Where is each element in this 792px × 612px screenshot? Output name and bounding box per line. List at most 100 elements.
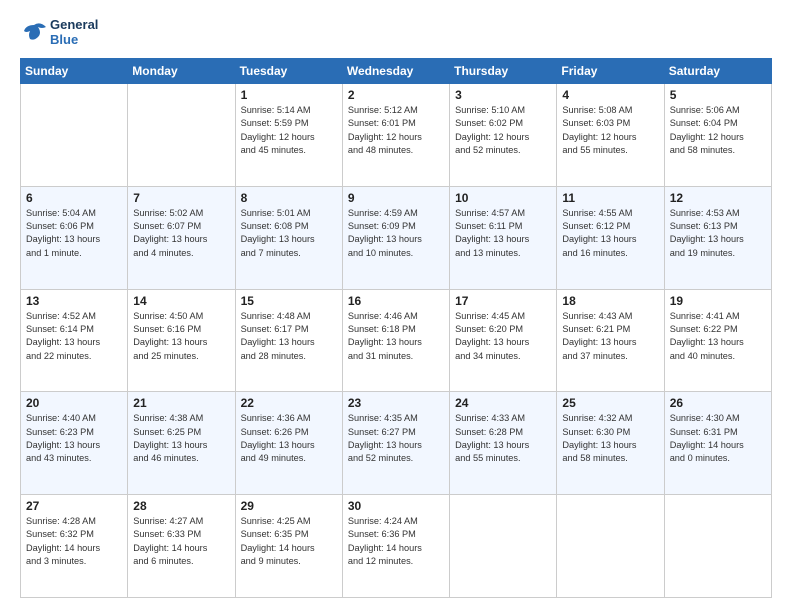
day-number: 21 [133, 396, 229, 410]
calendar-cell: 25 Sunrise: 4:32 AMSunset: 6:30 PMDayligh… [557, 392, 664, 495]
calendar-cell: 6Sunrise: 5:04 AMSunset: 6:06 PMDaylight… [21, 186, 128, 289]
calendar-cell: 8 Sunrise: 5:01 AMSunset: 6:08 PMDaylight… [235, 186, 342, 289]
day-number: 10 [455, 191, 551, 205]
calendar-cell: 21 Sunrise: 4:38 AMSunset: 6:25 PMDayligh… [128, 392, 235, 495]
day-info: Sunrise: 4:40 AMSunset: 6:23 PMDaylight:… [26, 412, 122, 465]
day-number: 15 [241, 294, 337, 308]
calendar-cell: 15 Sunrise: 4:48 AMSunset: 6:17 PMDayligh… [235, 289, 342, 392]
day-number: 19 [670, 294, 766, 308]
calendar-cell: 28 Sunrise: 4:27 AMSunset: 6:33 PMDayligh… [128, 495, 235, 598]
calendar-table: SundayMondayTuesdayWednesdayThursdayFrid… [20, 58, 772, 598]
weekday-header-thursday: Thursday [450, 58, 557, 83]
day-number: 29 [241, 499, 337, 513]
calendar-cell: 18 Sunrise: 4:43 AMSunset: 6:21 PMDayligh… [557, 289, 664, 392]
logo-bird-icon [20, 19, 48, 47]
day-number: 18 [562, 294, 658, 308]
day-number: 3 [455, 88, 551, 102]
day-number: 25 [562, 396, 658, 410]
day-info: Sunrise: 4:33 AMSunset: 6:28 PMDaylight:… [455, 412, 551, 465]
day-info: Sunrise: 4:27 AMSunset: 6:33 PMDaylight:… [133, 515, 229, 568]
day-info: Sunrise: 5:02 AMSunset: 6:07 PMDaylight:… [133, 207, 229, 260]
calendar-week-5: 27 Sunrise: 4:28 AMSunset: 6:32 PMDayligh… [21, 495, 772, 598]
day-info: Sunrise: 4:41 AMSunset: 6:22 PMDaylight:… [670, 310, 766, 363]
calendar-cell: 16Sunrise: 4:46 AMSunset: 6:18 PMDayligh… [342, 289, 449, 392]
calendar-cell: 4Sunrise: 5:08 AMSunset: 6:03 PMDaylight… [557, 83, 664, 186]
calendar-cell: 20 Sunrise: 4:40 AMSunset: 6:23 PMDayligh… [21, 392, 128, 495]
day-number: 8 [241, 191, 337, 205]
calendar-week-1: 1 Sunrise: 5:14 AMSunset: 5:59 PMDaylight… [21, 83, 772, 186]
day-number: 7 [133, 191, 229, 205]
header: General Blue [20, 18, 772, 48]
calendar-cell: 11 Sunrise: 4:55 AMSunset: 6:12 PMDayligh… [557, 186, 664, 289]
calendar-cell: 13 Sunrise: 4:52 AMSunset: 6:14 PMDayligh… [21, 289, 128, 392]
day-number: 23 [348, 396, 444, 410]
day-info: Sunrise: 5:10 AMSunset: 6:02 PMDaylight:… [455, 104, 551, 157]
day-info: Sunrise: 4:53 AMSunset: 6:13 PMDaylight:… [670, 207, 766, 260]
day-number: 27 [26, 499, 122, 513]
day-number: 20 [26, 396, 122, 410]
calendar-cell [128, 83, 235, 186]
calendar-cell: 17 Sunrise: 4:45 AMSunset: 6:20 PMDayligh… [450, 289, 557, 392]
day-number: 9 [348, 191, 444, 205]
day-info: Sunrise: 4:28 AMSunset: 6:32 PMDaylight:… [26, 515, 122, 568]
day-info: Sunrise: 5:12 AMSunset: 6:01 PMDaylight:… [348, 104, 444, 157]
calendar-cell: 14 Sunrise: 4:50 AMSunset: 6:16 PMDayligh… [128, 289, 235, 392]
day-info: Sunrise: 4:46 AMSunset: 6:18 PMDaylight:… [348, 310, 444, 363]
calendar-cell [450, 495, 557, 598]
day-info: Sunrise: 4:32 AMSunset: 6:30 PMDaylight:… [562, 412, 658, 465]
day-info: Sunrise: 5:01 AMSunset: 6:08 PMDaylight:… [241, 207, 337, 260]
day-number: 14 [133, 294, 229, 308]
day-info: Sunrise: 4:38 AMSunset: 6:25 PMDaylight:… [133, 412, 229, 465]
day-number: 30 [348, 499, 444, 513]
day-number: 24 [455, 396, 551, 410]
calendar-cell: 2 Sunrise: 5:12 AMSunset: 6:01 PMDaylight… [342, 83, 449, 186]
calendar-cell: 5 Sunrise: 5:06 AMSunset: 6:04 PMDaylight… [664, 83, 771, 186]
day-info: Sunrise: 4:50 AMSunset: 6:16 PMDaylight:… [133, 310, 229, 363]
weekday-header-wednesday: Wednesday [342, 58, 449, 83]
weekday-header-tuesday: Tuesday [235, 58, 342, 83]
day-info: Sunrise: 4:52 AMSunset: 6:14 PMDaylight:… [26, 310, 122, 363]
day-info: Sunrise: 4:57 AMSunset: 6:11 PMDaylight:… [455, 207, 551, 260]
day-info: Sunrise: 5:06 AMSunset: 6:04 PMDaylight:… [670, 104, 766, 157]
day-info: Sunrise: 4:36 AMSunset: 6:26 PMDaylight:… [241, 412, 337, 465]
calendar-cell: 19 Sunrise: 4:41 AMSunset: 6:22 PMDayligh… [664, 289, 771, 392]
day-info: Sunrise: 4:25 AMSunset: 6:35 PMDaylight:… [241, 515, 337, 568]
calendar-week-3: 13 Sunrise: 4:52 AMSunset: 6:14 PMDayligh… [21, 289, 772, 392]
day-number: 28 [133, 499, 229, 513]
calendar-cell [664, 495, 771, 598]
day-number: 13 [26, 294, 122, 308]
day-number: 2 [348, 88, 444, 102]
day-number: 4 [562, 88, 658, 102]
day-info: Sunrise: 4:45 AMSunset: 6:20 PMDaylight:… [455, 310, 551, 363]
day-info: Sunrise: 4:59 AMSunset: 6:09 PMDaylight:… [348, 207, 444, 260]
day-info: Sunrise: 4:55 AMSunset: 6:12 PMDaylight:… [562, 207, 658, 260]
calendar-cell: 24 Sunrise: 4:33 AMSunset: 6:28 PMDayligh… [450, 392, 557, 495]
calendar-cell [21, 83, 128, 186]
day-number: 26 [670, 396, 766, 410]
weekday-header-monday: Monday [128, 58, 235, 83]
calendar-cell: 1 Sunrise: 5:14 AMSunset: 5:59 PMDaylight… [235, 83, 342, 186]
logo-blue: Blue [50, 33, 98, 48]
day-info: Sunrise: 4:35 AMSunset: 6:27 PMDaylight:… [348, 412, 444, 465]
day-info: Sunrise: 4:48 AMSunset: 6:17 PMDaylight:… [241, 310, 337, 363]
day-info: Sunrise: 5:14 AMSunset: 5:59 PMDaylight:… [241, 104, 337, 157]
calendar-week-4: 20 Sunrise: 4:40 AMSunset: 6:23 PMDayligh… [21, 392, 772, 495]
calendar-cell: 3 Sunrise: 5:10 AMSunset: 6:02 PMDaylight… [450, 83, 557, 186]
day-info: Sunrise: 4:30 AMSunset: 6:31 PMDaylight:… [670, 412, 766, 465]
logo-text-block: General Blue [20, 18, 98, 48]
calendar-cell: 12 Sunrise: 4:53 AMSunset: 6:13 PMDayligh… [664, 186, 771, 289]
day-number: 1 [241, 88, 337, 102]
weekday-header-friday: Friday [557, 58, 664, 83]
day-number: 11 [562, 191, 658, 205]
day-info: Sunrise: 4:24 AMSunset: 6:36 PMDaylight:… [348, 515, 444, 568]
day-number: 12 [670, 191, 766, 205]
calendar-week-2: 6Sunrise: 5:04 AMSunset: 6:06 PMDaylight… [21, 186, 772, 289]
calendar-cell: 27 Sunrise: 4:28 AMSunset: 6:32 PMDayligh… [21, 495, 128, 598]
day-number: 17 [455, 294, 551, 308]
calendar-cell: 29 Sunrise: 4:25 AMSunset: 6:35 PMDayligh… [235, 495, 342, 598]
calendar-cell: 26 Sunrise: 4:30 AMSunset: 6:31 PMDayligh… [664, 392, 771, 495]
day-number: 5 [670, 88, 766, 102]
weekday-header-sunday: Sunday [21, 58, 128, 83]
day-info: Sunrise: 4:43 AMSunset: 6:21 PMDaylight:… [562, 310, 658, 363]
calendar-cell: 10 Sunrise: 4:57 AMSunset: 6:11 PMDayligh… [450, 186, 557, 289]
